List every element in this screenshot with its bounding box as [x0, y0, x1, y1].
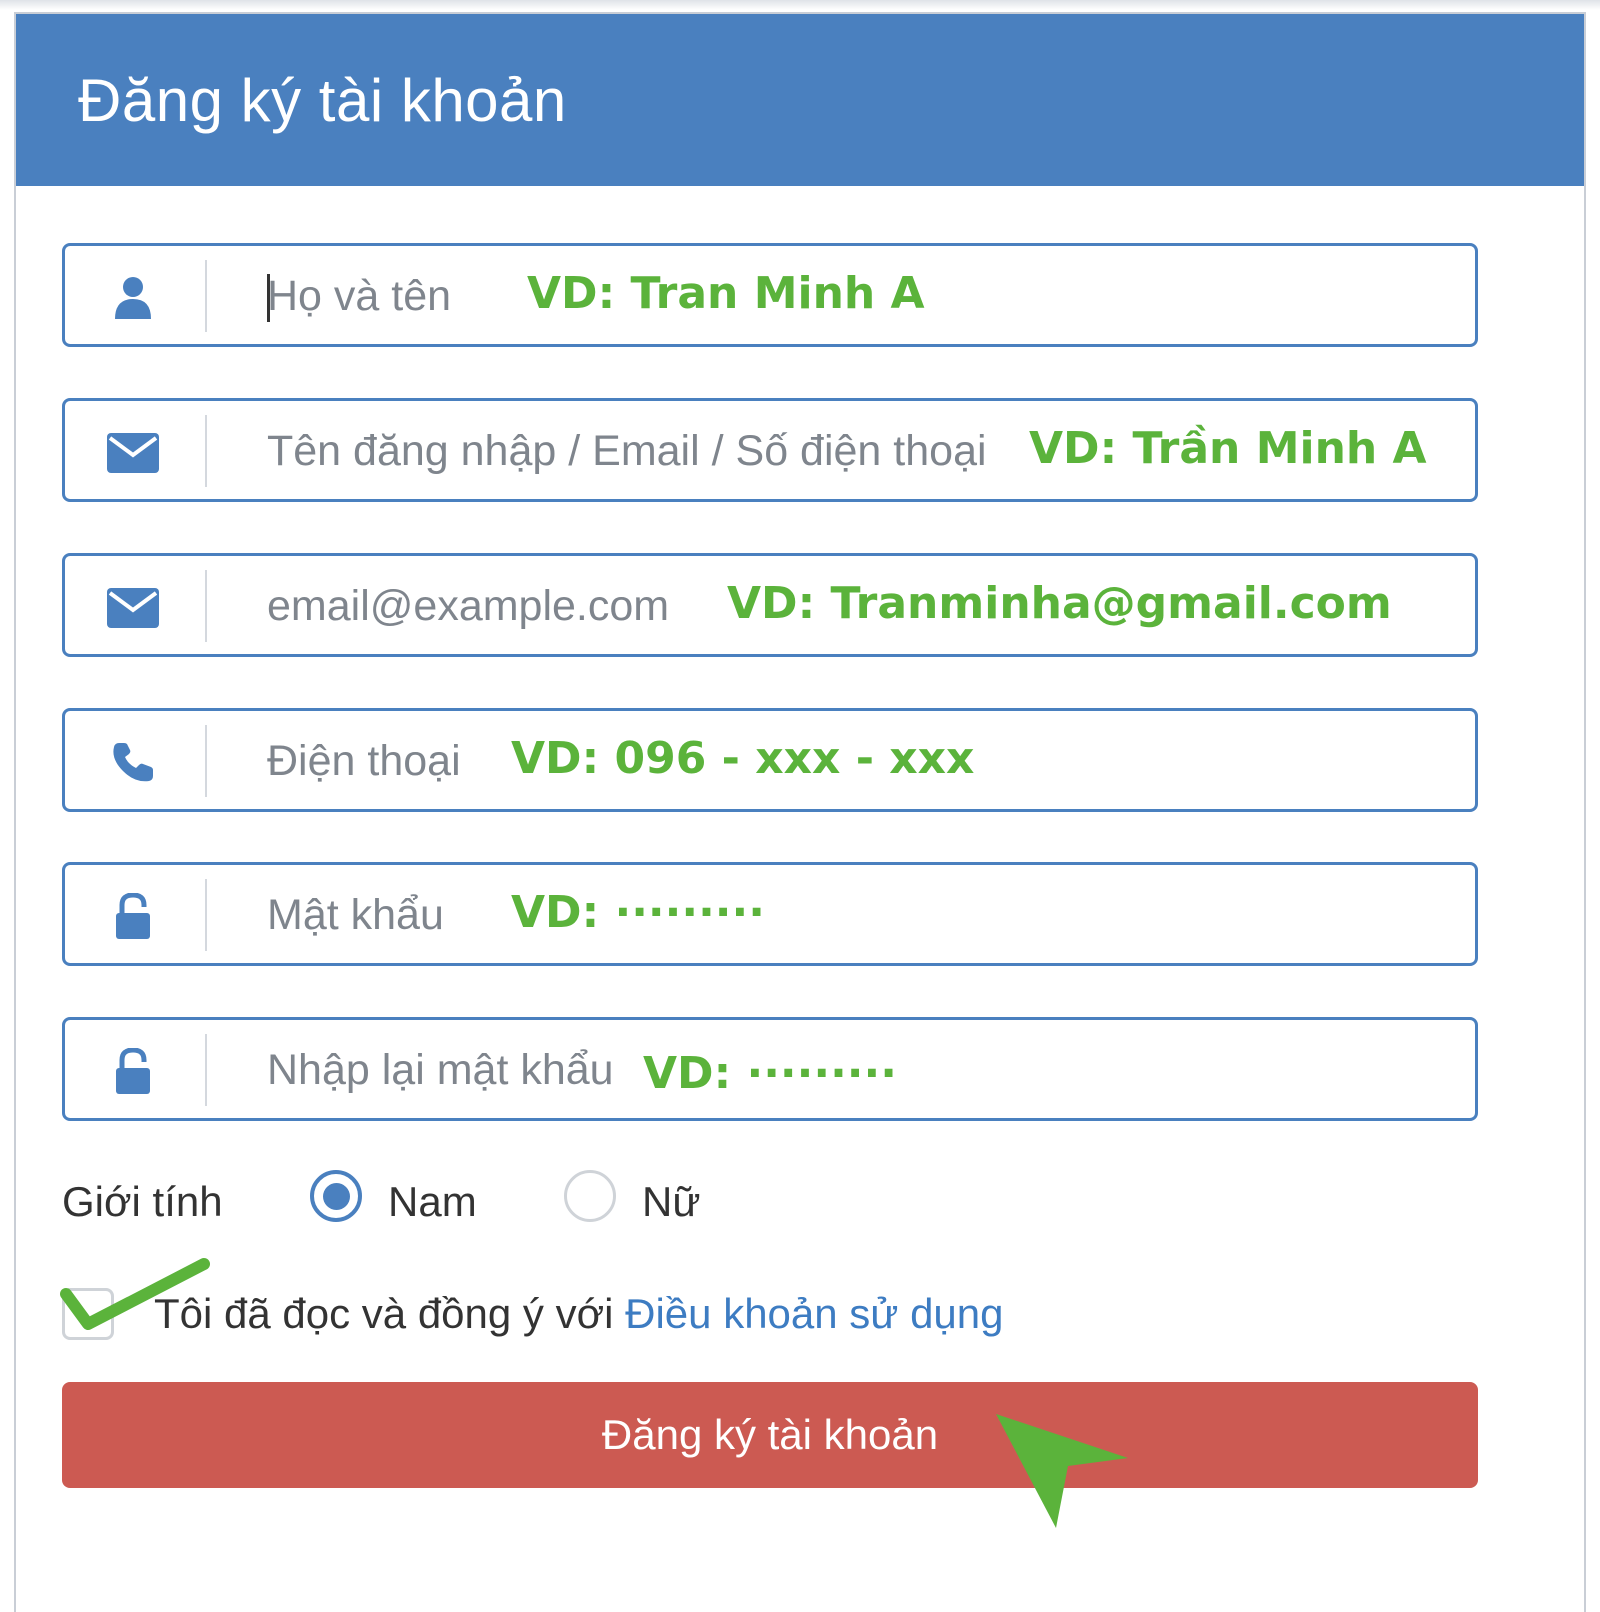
phone-hint: VD: 096 - xxx - xxx — [511, 733, 975, 784]
gender-row: Giới tính Nam Nữ — [62, 1170, 962, 1240]
fullname-field: VD: Tran Minh A — [62, 243, 1478, 347]
top-strip — [0, 0, 1600, 10]
username-hint: VD: Trần Minh A — [1029, 423, 1427, 474]
register-button[interactable]: Đăng ký tài khoản — [62, 1382, 1478, 1488]
confirm-password-hint: VD: ········· — [643, 1048, 897, 1099]
field-divider — [205, 260, 207, 332]
phone-field: VD: 096 - xxx - xxx — [62, 708, 1478, 812]
unlock-icon — [105, 889, 161, 945]
password-field: VD: ········· — [62, 862, 1478, 966]
username-field: VD: Trần Minh A — [62, 398, 1478, 502]
radio-female[interactable] — [564, 1170, 616, 1222]
envelope-icon — [105, 580, 161, 636]
user-icon — [105, 270, 161, 326]
email-hint: VD: Tranminha@gmail.com — [727, 578, 1392, 629]
envelope-icon — [105, 425, 161, 481]
field-divider — [205, 415, 207, 487]
terms-label: Tôi đã đọc và đồng ý với — [154, 1290, 614, 1337]
gender-label: Giới tính — [62, 1178, 223, 1225]
field-divider — [205, 879, 207, 951]
phone-icon — [105, 735, 161, 791]
text-caret — [267, 274, 270, 322]
terms-link[interactable]: Điều khoản sử dụng — [625, 1290, 1003, 1337]
field-divider — [205, 1034, 207, 1106]
page-title: Đăng ký tài khoản — [78, 67, 567, 134]
radio-male[interactable] — [310, 1170, 362, 1222]
fullname-hint: VD: Tran Minh A — [527, 268, 925, 319]
radio-male-label[interactable]: Nam — [388, 1178, 477, 1226]
email-field: VD: Tranminha@gmail.com — [62, 553, 1478, 657]
password-input[interactable] — [265, 881, 1449, 949]
terms-text: Tôi đã đọc và đồng ý với Điều khoản sử d… — [154, 1290, 1004, 1338]
pointer-arrow-icon — [996, 1414, 1128, 1528]
field-divider — [205, 570, 207, 642]
field-divider — [205, 725, 207, 797]
confirm-password-field: VD: ········· — [62, 1017, 1478, 1121]
terms-row: Tôi đã đọc và đồng ý với Điều khoản sử d… — [60, 1258, 1162, 1350]
password-hint: VD: ········· — [511, 887, 765, 938]
unlock-icon — [105, 1044, 161, 1100]
radio-female-label[interactable]: Nữ — [642, 1178, 700, 1226]
panel-header: Đăng ký tài khoản — [16, 14, 1584, 186]
